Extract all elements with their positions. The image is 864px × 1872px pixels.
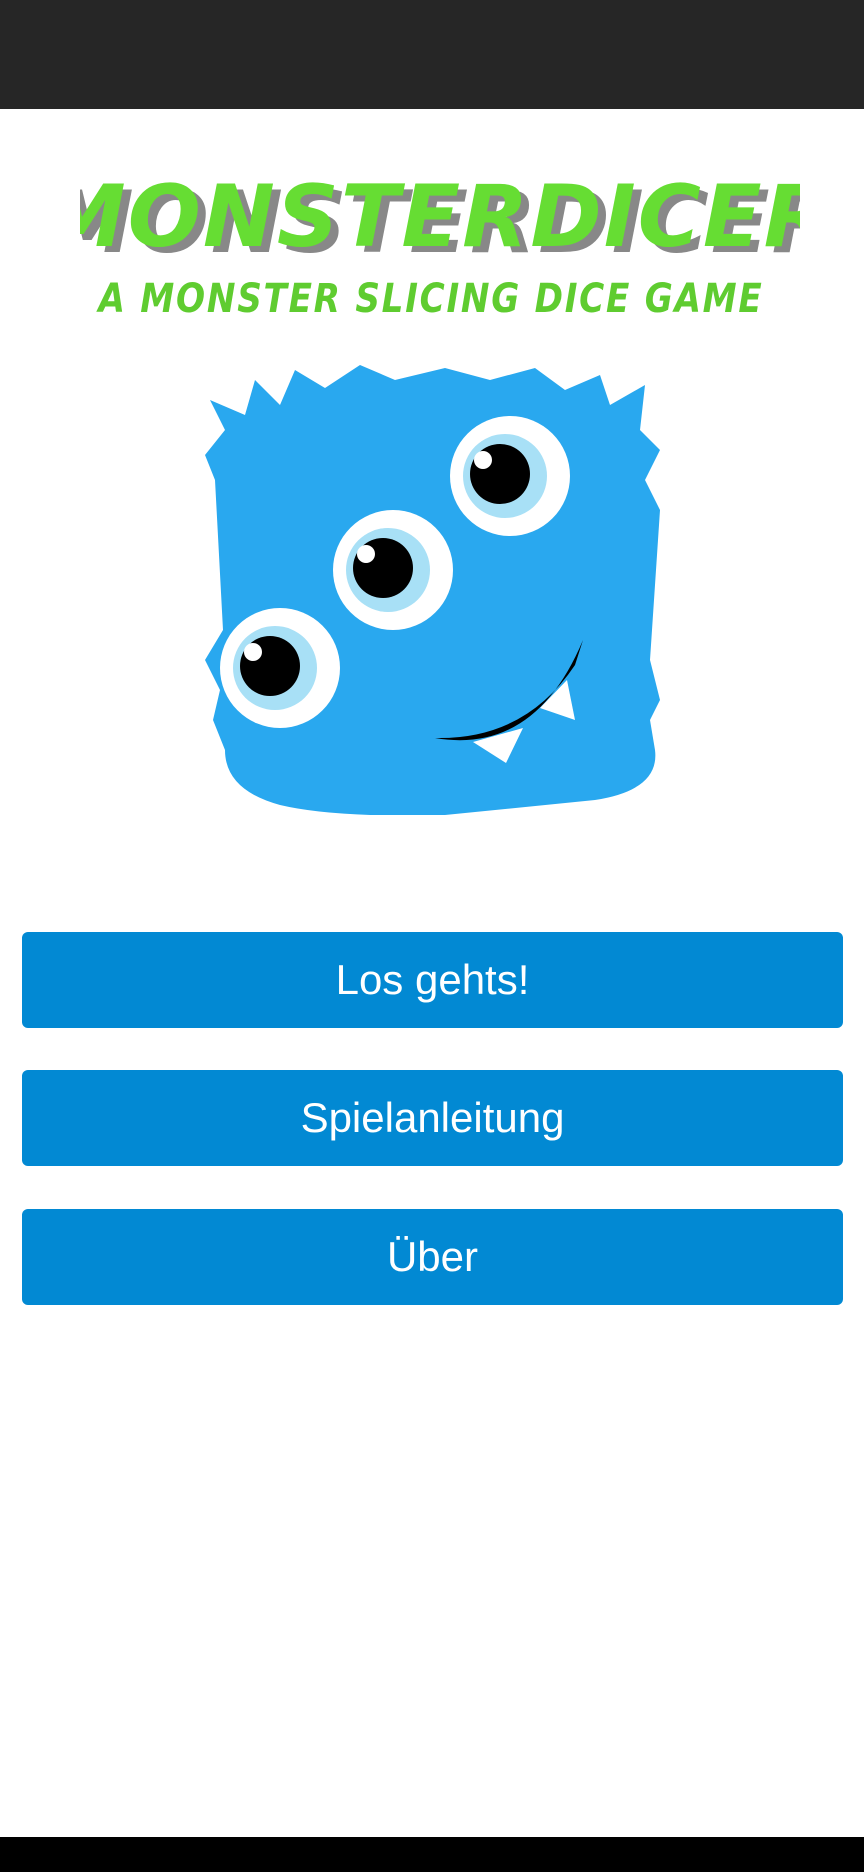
middle-eye-icon — [333, 510, 453, 630]
monster-mascot-icon — [205, 360, 665, 815]
game-rules-button[interactable]: Spielanleitung — [22, 1070, 843, 1166]
start-game-button[interactable]: Los gehts! — [22, 932, 843, 1028]
logo-title: MONSTERDICER — [80, 167, 800, 267]
status-bar — [0, 0, 864, 109]
about-button[interactable]: Über — [22, 1209, 843, 1305]
left-eye-icon — [220, 608, 340, 728]
logo-subtitle: A MONSTER SLICING DICE GAME — [96, 276, 764, 322]
navigation-bar — [0, 1837, 864, 1872]
game-logo: MONSTERDICER MONSTERDICER A MONSTER SLIC… — [80, 150, 800, 330]
logo-graphic: MONSTERDICER MONSTERDICER A MONSTER SLIC… — [80, 167, 800, 322]
right-eye-icon — [450, 416, 570, 536]
